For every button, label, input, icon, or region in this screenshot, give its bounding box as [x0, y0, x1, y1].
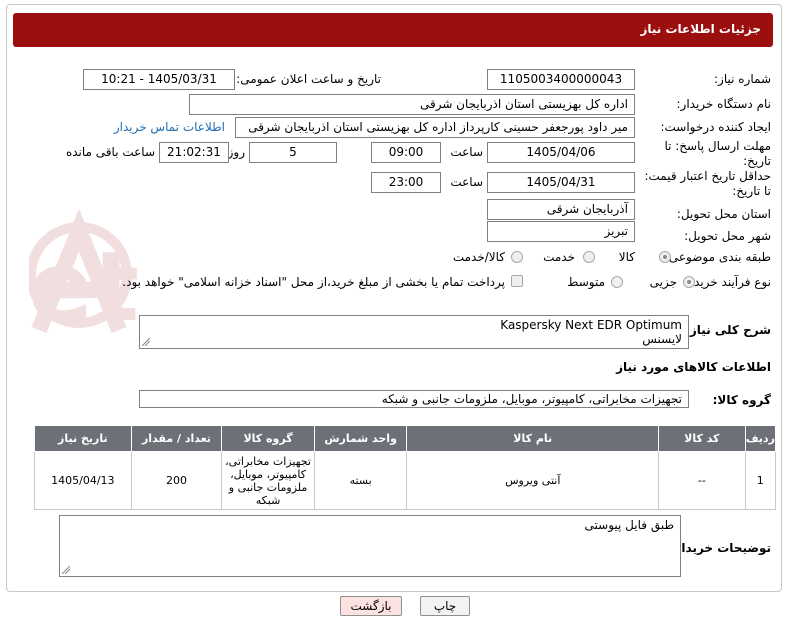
category-option-goods-service: کالا/خدمت	[452, 250, 505, 264]
treasury-payment-checkbox[interactable]	[511, 275, 523, 287]
cell-name: آنتی ویروس	[406, 451, 660, 510]
category-radio-goods-service[interactable]	[511, 251, 523, 263]
goods-group-label: گروه کالا:	[712, 393, 771, 407]
buyer-org-label: نام دستگاه خریدار:	[676, 97, 772, 111]
validity-label-2: تا تاریخ:	[732, 184, 771, 198]
cell-group: تجهیزات مخابراتی، کامپیوتر، موبایل، ملزو…	[221, 451, 315, 510]
th-quantity: تعداد / مقدار	[130, 425, 223, 452]
deadline-label-1: مهلت ارسال پاسخ: تا	[664, 139, 771, 153]
th-group: گروه کالا	[221, 425, 315, 452]
buyer-org-field: اداره کل بهزیستی استان اذربایجان شرقی	[189, 94, 635, 115]
resize-grip-icon[interactable]	[142, 338, 150, 346]
cell-code: --	[658, 451, 746, 510]
buyer-notes-label: توضیحات خریدار:	[669, 541, 771, 555]
validity-label-1: حداقل تاریخ اعتبار قیمت:	[644, 169, 771, 183]
cell-date: 1405/04/13	[34, 451, 132, 510]
details-panel: جزئیات اطلاعات نیاز AriaTender.net شماره…	[6, 4, 782, 592]
th-row: ردیف	[744, 425, 777, 452]
th-code: کد کالا	[658, 425, 746, 452]
process-option-minor: جزیی	[649, 275, 677, 289]
category-radio-service[interactable]	[583, 251, 595, 263]
category-label: طبقه بندی موضوعی:	[664, 250, 771, 264]
validity-date-field: 1405/04/31	[487, 172, 635, 193]
treasury-payment-note: پرداخت تمام یا بخشی از مبلغ خرید،از محل …	[122, 275, 505, 289]
buyer-notes-textarea: طبق فایل پیوستی	[59, 515, 681, 577]
creator-field: میر داود پورجعفر حسینی کارپرداز اداره کل…	[235, 117, 635, 138]
description-line-1: Kaspersky Next EDR Optimum	[500, 318, 682, 332]
need-number-label: شماره نیاز:	[714, 72, 771, 86]
th-name: نام کالا	[406, 425, 660, 452]
need-number-field: 1105003400000043	[487, 69, 635, 90]
page-title: جزئیات اطلاعات نیاز	[640, 22, 761, 36]
th-date: تاریخ نیاز	[34, 425, 132, 452]
back-button[interactable]: بازگشت	[340, 596, 402, 616]
resize-grip-icon[interactable]	[62, 566, 70, 574]
cell-row: 1	[744, 451, 777, 510]
th-unit: واحد شمارش	[313, 425, 408, 452]
process-radio-minor[interactable]	[683, 276, 695, 288]
city-label: شهر محل تحویل:	[684, 229, 771, 243]
buyer-notes-value: طبق فایل پیوستی	[584, 518, 674, 532]
description-label: شرح کلی نیاز:	[685, 323, 771, 337]
category-option-goods: کالا	[618, 250, 635, 264]
city-field: تبریز	[487, 221, 635, 242]
description-textarea: Kaspersky Next EDR Optimum لایسنس	[139, 315, 689, 349]
cell-quantity: 200	[130, 451, 223, 510]
creator-label: ایجاد کننده درخواست:	[660, 120, 771, 134]
category-option-service: خدمت	[543, 250, 575, 264]
deadline-date-field: 1405/04/06	[487, 142, 635, 163]
remaining-label: ساعت باقی مانده	[65, 145, 155, 159]
items-table: ردیف کد کالا نام کالا واحد شمارش گروه کا…	[34, 425, 777, 510]
validity-time-label: ساعت	[450, 175, 483, 189]
table-header-row: ردیف کد کالا نام کالا واحد شمارش گروه کا…	[34, 425, 777, 452]
goods-group-field: تجهیزات مخابراتی، کامپیوتر، موبایل، ملزو…	[139, 390, 689, 408]
table-row: 1 -- آنتی ویروس بسته تجهیزات مخابراتی، ک…	[34, 451, 777, 510]
validity-time-field: 23:00	[371, 172, 441, 193]
goods-section-title: اطلاعات کالاهای مورد نیاز	[616, 360, 771, 374]
announce-field: 1405/03/31 - 10:21	[83, 69, 235, 90]
header-bar: جزئیات اطلاعات نیاز	[13, 13, 773, 47]
page: جزئیات اطلاعات نیاز AriaTender.net شماره…	[0, 0, 788, 632]
remaining-time-field: 21:02:31	[159, 142, 229, 163]
process-option-medium: متوسط	[567, 275, 605, 289]
print-button[interactable]: چاپ	[420, 596, 470, 616]
description-line-2: لایسنس	[642, 332, 682, 346]
province-field: آذربایجان شرقی	[487, 199, 635, 220]
cell-unit: بسته	[313, 451, 408, 510]
process-label: نوع فرآیند خرید :	[686, 275, 771, 289]
province-label: استان محل تحویل:	[676, 207, 771, 221]
process-radio-medium[interactable]	[611, 276, 623, 288]
deadline-label-2: تاریخ:	[743, 154, 771, 168]
days-field: 5	[249, 142, 337, 163]
deadline-time-field: 09:00	[371, 142, 441, 163]
category-radio-goods[interactable]	[659, 251, 671, 263]
announce-label: تاریخ و ساعت اعلان عمومی:	[236, 72, 381, 86]
deadline-time-label: ساعت	[450, 145, 483, 159]
buyer-contact-link[interactable]: اطلاعات تماس خریدار	[114, 120, 225, 134]
